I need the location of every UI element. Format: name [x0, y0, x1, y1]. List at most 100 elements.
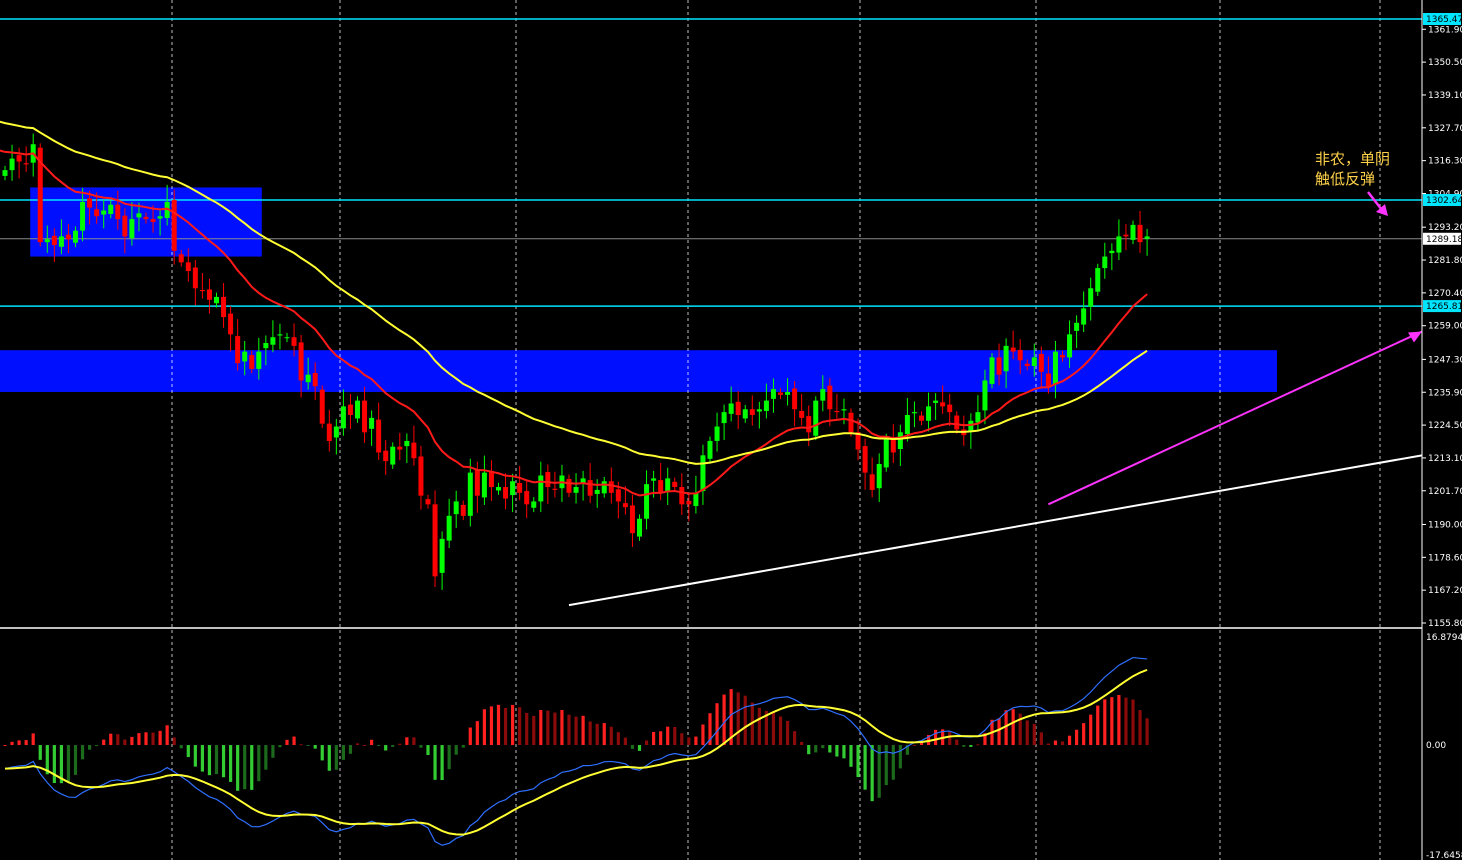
macd-histogram-bar [934, 729, 938, 746]
candle-body [206, 289, 212, 300]
candle-body [460, 504, 466, 516]
price-tick-label: 1178.60 [1428, 553, 1462, 563]
macd-histogram-bar [800, 741, 804, 746]
macd-histogram-bar [412, 737, 416, 746]
candle-body [622, 503, 628, 508]
candle-body [1144, 236, 1150, 239]
candle-body [87, 198, 93, 208]
macd-histogram-bar [377, 745, 381, 747]
macd-histogram-bar [66, 745, 71, 782]
price-tick-label: 1327.70 [1428, 124, 1462, 134]
candle-body [263, 342, 269, 349]
candle-body [524, 491, 530, 505]
candle-body [115, 204, 121, 220]
candle-body [467, 472, 473, 516]
macd-histogram-bar [814, 745, 818, 753]
price-tick-label: 1361.90 [1428, 25, 1462, 35]
candle-body [136, 213, 142, 218]
candle-body [749, 409, 755, 416]
candle-body [1130, 224, 1136, 240]
candle-body [940, 402, 946, 407]
candle-body [432, 504, 438, 577]
candle-body [975, 412, 981, 423]
candle-body [326, 423, 332, 441]
price-tick-label: 1201.70 [1428, 487, 1462, 497]
candle-body [58, 236, 64, 247]
candle-body [9, 158, 15, 171]
candle-body [1017, 349, 1023, 361]
macd-histogram-bar [1053, 740, 1058, 746]
macd-histogram-bar [31, 733, 35, 746]
candle-body [707, 440, 713, 459]
price-tick-label: 1281.80 [1428, 256, 1462, 266]
macd-histogram-bar [454, 745, 458, 755]
macd-histogram-bar [221, 745, 226, 778]
macd-histogram-bar [1145, 718, 1149, 746]
macd-histogram-bar [370, 739, 374, 746]
candle-body [150, 219, 156, 223]
macd-histogram-bar [299, 744, 303, 746]
candle-body [411, 442, 417, 459]
candle-body [890, 438, 896, 453]
candle-body [369, 417, 375, 429]
price-tick-label: 1235.90 [1428, 388, 1462, 398]
candle-body [362, 400, 368, 433]
macd-histogram-bar [73, 745, 78, 775]
candle-body [1109, 250, 1115, 254]
macd-histogram-bar [743, 695, 747, 746]
candle-body [249, 355, 255, 369]
price-chart[interactable]: 非农，单阴 触低反弹 1361.90 1350.50 1339.10 1327.70 1… [0, 0, 1462, 860]
candle-body [1024, 363, 1030, 367]
candle-body [897, 432, 903, 450]
candle-body [80, 201, 86, 231]
price-tick-label: 1167.20 [1428, 586, 1462, 596]
macd-histogram-bar [1039, 732, 1043, 746]
macd-histogram-bar [793, 731, 797, 746]
candle-body [644, 484, 650, 519]
macd-histogram-bar [948, 731, 952, 746]
macd-histogram-bar [898, 745, 902, 769]
candle-body [728, 403, 734, 414]
candle-body [658, 480, 664, 493]
macd-histogram-bar [179, 745, 183, 749]
candle-body [101, 210, 107, 215]
candle-body [700, 455, 706, 492]
candle-body [848, 412, 854, 433]
candle-body [1137, 224, 1143, 243]
macd-histogram-bar [1060, 741, 1065, 746]
candle-body [982, 380, 988, 411]
candle-body [221, 296, 227, 318]
macd-histogram-bar [24, 740, 28, 746]
candle-body [1010, 347, 1016, 352]
candle-body [566, 478, 572, 493]
macd-histogram-bar [440, 745, 444, 781]
candle-body [827, 385, 833, 410]
candle-body [340, 406, 346, 429]
macd-histogram-bar [172, 737, 176, 746]
candle-body [270, 337, 276, 345]
candle-body [397, 446, 403, 450]
candle-body [686, 500, 692, 505]
candle-body [16, 155, 22, 162]
candle-body [23, 163, 29, 165]
macd-histogram-bar [419, 745, 423, 748]
macd-histogram-bar [257, 745, 261, 782]
macd-histogram-bar [778, 716, 783, 746]
candle-body [933, 400, 939, 403]
candle-body [573, 487, 579, 493]
candle-body [693, 492, 699, 507]
candle-body [312, 372, 318, 387]
candle-body [157, 216, 163, 219]
macd-histogram-bar [1124, 697, 1128, 746]
candle-body [1123, 234, 1129, 237]
level-price-label: 1365.47 [1426, 15, 1462, 25]
candle-body [446, 515, 452, 541]
macd-histogram-bar [1067, 735, 1072, 746]
macd-histogram-bar [715, 703, 719, 746]
candle-body [1102, 256, 1108, 269]
macd-histogram-bar [313, 745, 317, 749]
macd-histogram-bar [243, 745, 247, 790]
candle-body [277, 334, 283, 336]
macd-histogram-bar [1089, 714, 1093, 746]
candle-body [496, 487, 501, 491]
